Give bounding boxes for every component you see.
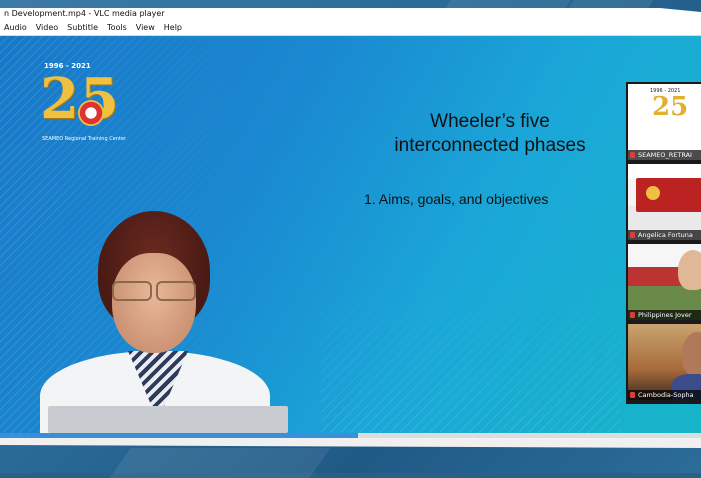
slide-pattern-lower bbox=[321, 273, 621, 433]
menu-help[interactable]: Help bbox=[164, 20, 182, 35]
participant-face bbox=[678, 250, 701, 290]
presenter-video bbox=[20, 211, 290, 433]
logo-digit-two: 2 bbox=[40, 66, 79, 132]
participant-name: SEAMEO_RETRAI bbox=[628, 150, 701, 160]
participants-panel: 1996 - 2021 25 SEAMEO_RETRAI Angelica Fo… bbox=[626, 82, 701, 404]
anniversary-logo: 1996 - 2021 2 5 SEAMEO Regional Training… bbox=[38, 62, 138, 152]
menu-view[interactable]: View bbox=[136, 20, 155, 35]
menu-audio[interactable]: Audio bbox=[4, 20, 27, 35]
menu-bar: Audio Video Subtitle Tools View Help bbox=[0, 20, 701, 36]
slide-title-line2: interconnected phases bbox=[394, 135, 586, 156]
glasses-icon bbox=[110, 281, 198, 301]
mini-logo: 25 bbox=[652, 92, 689, 122]
mic-muted-icon bbox=[630, 312, 635, 318]
video-area[interactable]: 1996 - 2021 2 5 SEAMEO Regional Training… bbox=[0, 36, 701, 433]
logo-org: SEAMEO Regional Training Center bbox=[42, 136, 127, 142]
participant-name: Philippines Jover bbox=[628, 310, 701, 320]
slide-title-line1: Wheeler’s five bbox=[430, 111, 550, 132]
participant-tile[interactable]: Angelica Fortuna bbox=[628, 164, 701, 240]
mic-muted-icon bbox=[630, 152, 635, 158]
menu-video[interactable]: Video bbox=[36, 20, 58, 35]
menu-tools[interactable]: Tools bbox=[107, 20, 127, 35]
window-title: n Development.mp4 - VLC media player bbox=[0, 8, 701, 20]
participant-tile[interactable]: Cambodia-Sopha bbox=[628, 324, 701, 400]
mic-muted-icon bbox=[630, 232, 635, 238]
presenter-face bbox=[112, 253, 196, 353]
menu-subtitle[interactable]: Subtitle bbox=[67, 20, 98, 35]
participant-face bbox=[682, 332, 701, 376]
participant-tile[interactable]: 1996 - 2021 25 SEAMEO_RETRAI bbox=[628, 84, 701, 160]
laptop bbox=[48, 406, 288, 433]
participant-name: Cambodia-Sopha bbox=[628, 390, 701, 400]
vlc-window: n Development.mp4 - VLC media player Aud… bbox=[0, 0, 701, 448]
slide-bullet: 1. Aims, goals, and objectives bbox=[364, 191, 549, 207]
seal-icon bbox=[78, 100, 104, 126]
slide-title: Wheeler’s five interconnected phases bbox=[370, 110, 610, 158]
participant-name: Angelica Fortuna bbox=[628, 230, 701, 240]
shared-banner bbox=[636, 178, 701, 212]
participant-tile[interactable]: Philippines Jover bbox=[628, 244, 701, 320]
mic-muted-icon bbox=[630, 392, 635, 398]
